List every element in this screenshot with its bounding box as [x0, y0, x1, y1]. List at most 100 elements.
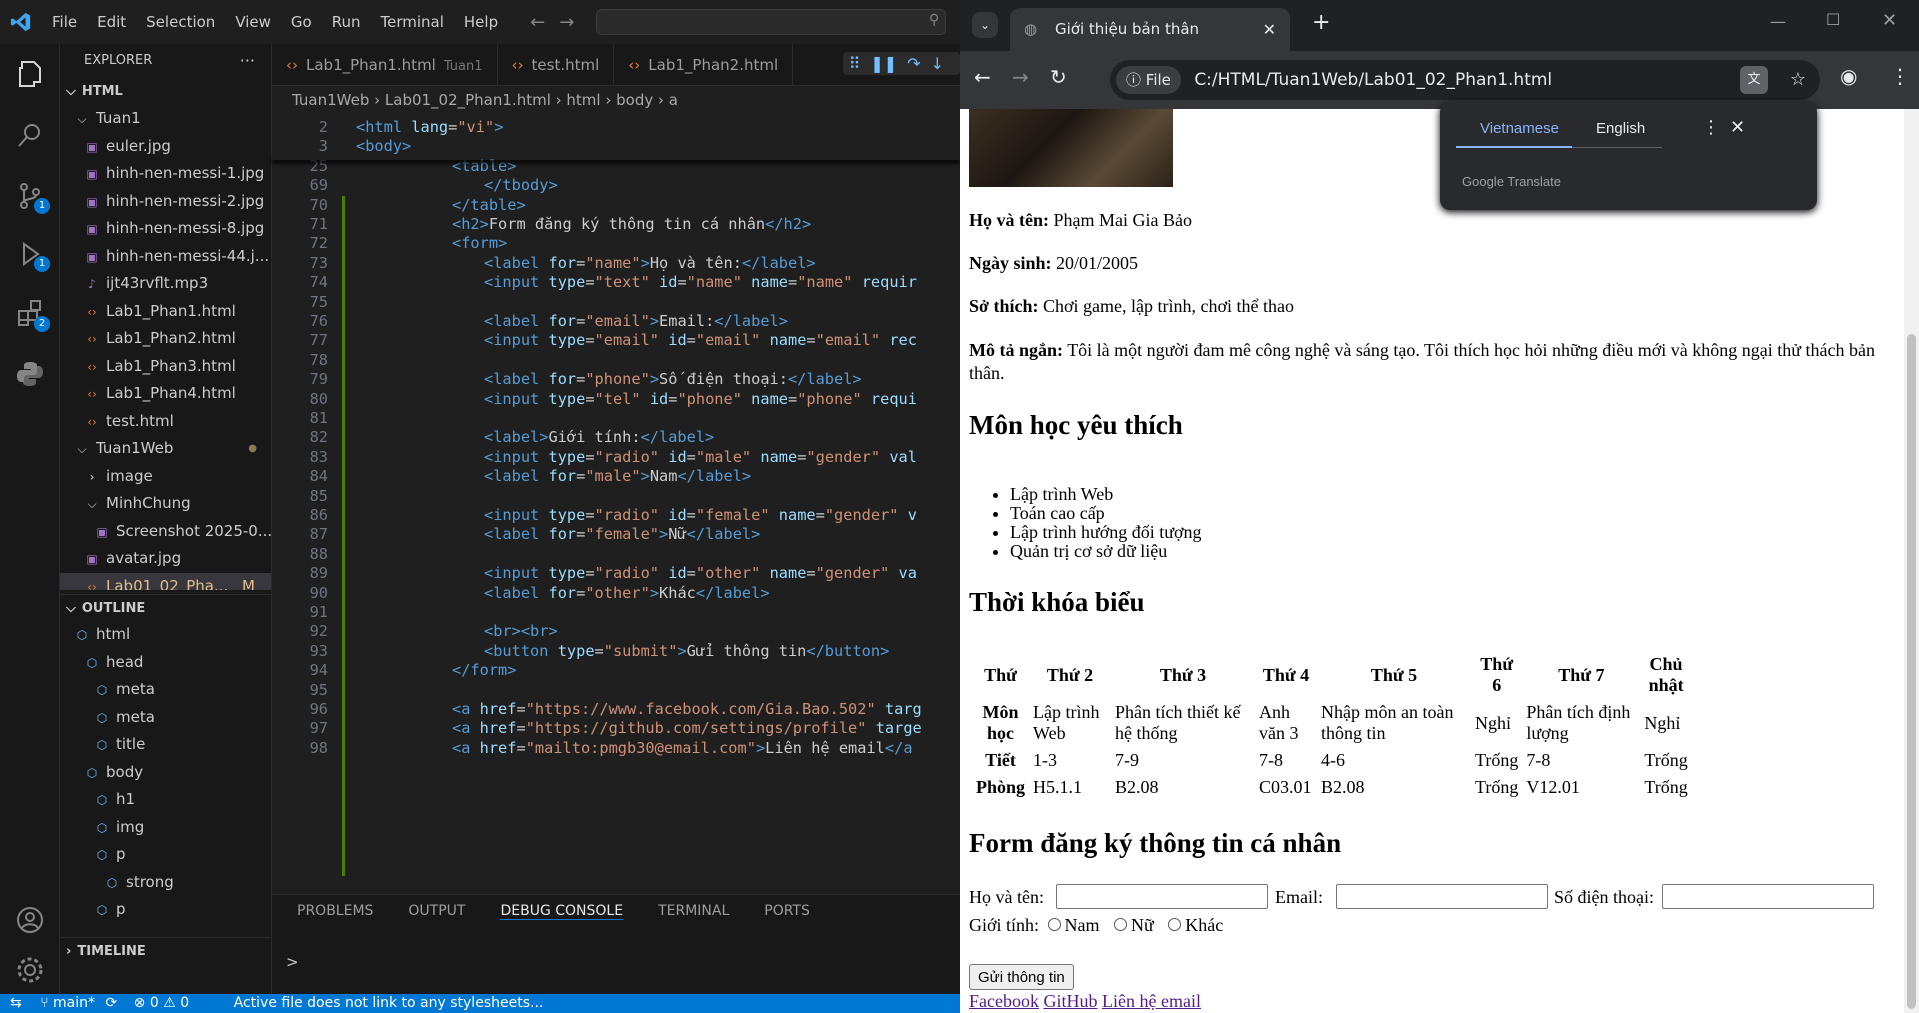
panel-tab[interactable]: DEBUG CONSOLE: [500, 903, 624, 920]
new-tab-icon[interactable]: +: [1312, 10, 1330, 35]
lang-vietnamese-tab[interactable]: Vietnamese: [1480, 120, 1559, 137]
more-actions-icon[interactable]: ···: [240, 44, 255, 78]
remote-icon[interactable]: ⇆: [10, 995, 22, 1011]
code-line[interactable]: <h2>Form đăng ký thông tin cá nhân</h2>: [452, 215, 811, 233]
settings-gear-icon[interactable]: [14, 954, 46, 986]
outline-item[interactable]: ⬡ meta: [60, 676, 271, 704]
nav-forward-icon[interactable]: →: [559, 12, 574, 33]
outline-item[interactable]: ⬡ h1: [60, 786, 271, 814]
submit-button[interactable]: Gửi thông tin: [969, 964, 1074, 990]
breadcrumb-item[interactable]: Tuan1Web: [292, 91, 369, 109]
site-info-chip[interactable]: ⓘ File: [1116, 66, 1181, 94]
menu-item-file[interactable]: File: [52, 13, 77, 31]
file-item[interactable]: ▣ hinh-nen-messi-2.jpg: [60, 188, 271, 216]
facebook-link[interactable]: Facebook: [969, 991, 1039, 1011]
radio-female[interactable]: [1114, 918, 1128, 931]
radio-male[interactable]: [1047, 918, 1061, 931]
female-label[interactable]: Nữ: [1131, 915, 1154, 935]
file-item[interactable]: ▣ avatar.jpg: [60, 545, 271, 573]
panel-tab[interactable]: PROBLEMS: [297, 903, 373, 919]
code-line[interactable]: <a href="https://www.facebook.com/Gia.Ba…: [452, 700, 922, 718]
branch-name[interactable]: main*: [53, 995, 95, 1011]
step-into-icon[interactable]: ↓: [931, 54, 944, 73]
breadcrumb-item[interactable]: body: [616, 91, 653, 109]
panel-tab[interactable]: PORTS: [764, 903, 810, 919]
sync-icon[interactable]: ⟳: [105, 995, 117, 1011]
github-link[interactable]: GitHub: [1043, 991, 1097, 1011]
code-line[interactable]: <input type="radio" id="female" name="ge…: [484, 506, 917, 524]
outline-item[interactable]: ⬡ html: [60, 621, 271, 649]
warning-count[interactable]: 0: [180, 995, 189, 1011]
chrome-menu-icon[interactable]: ⋮: [1890, 64, 1910, 88]
code-line[interactable]: <input type="text" id="name" name="name"…: [484, 273, 917, 291]
email-input[interactable]: [1336, 884, 1548, 909]
outline-item[interactable]: ⬡ head: [60, 649, 271, 677]
code-line[interactable]: <a href="https://github.com/settings/pro…: [452, 719, 922, 737]
nav-back-icon[interactable]: ←: [530, 12, 545, 33]
run-debug-icon[interactable]: 1: [14, 238, 50, 272]
file-item[interactable]: ⌵ Tuan1: [60, 105, 271, 133]
explorer-icon[interactable]: [14, 58, 46, 90]
translate-icon[interactable]: 文: [1740, 66, 1768, 94]
outline-item[interactable]: ⬡ p: [60, 841, 271, 869]
outline-item[interactable]: ⬡ p: [60, 896, 271, 924]
menu-item-go[interactable]: Go: [291, 13, 312, 31]
panel-tab[interactable]: OUTPUT: [408, 903, 465, 919]
python-icon[interactable]: [14, 358, 46, 390]
code-line[interactable]: <label for="other">Khác</label>: [484, 584, 770, 602]
status-message[interactable]: Active file does not link to any stylesh…: [234, 995, 544, 1011]
outline-item[interactable]: ⬡ meta: [60, 704, 271, 732]
command-center-search[interactable]: ⚲: [596, 9, 947, 35]
menu-item-terminal[interactable]: Terminal: [381, 13, 444, 31]
code-line[interactable]: <button type="submit">Gửi thông tin</but…: [484, 642, 889, 660]
reload-icon[interactable]: ↻: [1050, 65, 1067, 89]
menu-item-view[interactable]: View: [235, 13, 271, 31]
drag-handle-icon[interactable]: ⠿: [849, 54, 861, 73]
file-item[interactable]: ▣ Screenshot 2025-0...: [60, 518, 271, 546]
step-over-icon[interactable]: ↷: [907, 54, 920, 73]
code-line[interactable]: <form>: [452, 234, 507, 252]
code-line[interactable]: <a href="mailto:pmgb30@email.com">Liên h…: [452, 739, 913, 757]
panel-prompt[interactable]: >: [286, 953, 299, 971]
breadcrumb-item[interactable]: a: [669, 91, 678, 109]
translate-close-icon[interactable]: ✕: [1730, 117, 1745, 138]
source-control-icon[interactable]: 1: [14, 180, 50, 214]
tab-search-icon[interactable]: ⌄: [972, 12, 998, 38]
menu-item-run[interactable]: Run: [332, 13, 361, 31]
error-count[interactable]: 0: [150, 995, 159, 1011]
menu-item-edit[interactable]: Edit: [97, 13, 126, 31]
code-line[interactable]: <label>Giới tính:</label>: [484, 428, 714, 446]
code-line[interactable]: <input type="email" id="email" name="ema…: [484, 331, 917, 349]
code-line[interactable]: <label for="name">Họ và tên:</label>: [484, 254, 816, 272]
file-item[interactable]: ▣ euler.jpg: [60, 133, 271, 161]
phone-input[interactable]: [1662, 884, 1874, 909]
code-line[interactable]: <input type="tel" id="phone" name="phone…: [484, 390, 917, 408]
file-item[interactable]: ‹› test.html: [60, 408, 271, 436]
lang-english-tab[interactable]: English: [1596, 120, 1645, 137]
close-tab-icon[interactable]: ✕: [1263, 8, 1276, 51]
code-line[interactable]: <html lang="vi">: [356, 118, 503, 136]
editor-tab[interactable]: ‹› Lab1_Phan1.html Tuan1: [272, 44, 498, 85]
file-item[interactable]: ‹› Lab1_Phan3.html: [60, 353, 271, 381]
outline-item[interactable]: ⬡ img: [60, 814, 271, 842]
bookmark-star-icon[interactable]: ☆: [1790, 60, 1806, 100]
url-text[interactable]: C:/HTML/Tuan1Web/Lab01_02_Phan1.html: [1194, 70, 1552, 90]
email-link[interactable]: Liên hệ email: [1102, 991, 1201, 1011]
file-item[interactable]: ⌵ Tuan1Web ●: [60, 435, 271, 463]
translate-more-icon[interactable]: ⋮: [1702, 117, 1720, 138]
code-line[interactable]: </form>: [452, 661, 516, 679]
address-bar[interactable]: ⓘ File C:/HTML/Tuan1Web/Lab01_02_Phan1.h…: [1110, 60, 1820, 100]
file-item[interactable]: ‹› Lab1_Phan4.html: [60, 380, 271, 408]
file-item[interactable]: ▣ hinh-nen-messi-8.jpg: [60, 215, 271, 243]
back-icon[interactable]: ←: [974, 65, 991, 89]
code-line[interactable]: </table>: [452, 196, 526, 214]
breadcrumb-item[interactable]: html: [566, 91, 600, 109]
outline-item[interactable]: ⬡ strong: [60, 869, 271, 897]
profile-icon[interactable]: ◉: [1840, 64, 1857, 88]
file-item[interactable]: ⌵ MinhChung: [60, 490, 271, 518]
editor-tab[interactable]: ‹› test.html: [498, 44, 615, 85]
outline-section-header[interactable]: ⌵ OUTLINE: [60, 594, 271, 621]
file-item[interactable]: ▣ hinh-nen-messi-44.j...: [60, 243, 271, 271]
breadcrumb-item[interactable]: Lab01_02_Phan1.html: [385, 91, 551, 109]
file-item[interactable]: ‹› Lab1_Phan1.html: [60, 298, 271, 326]
